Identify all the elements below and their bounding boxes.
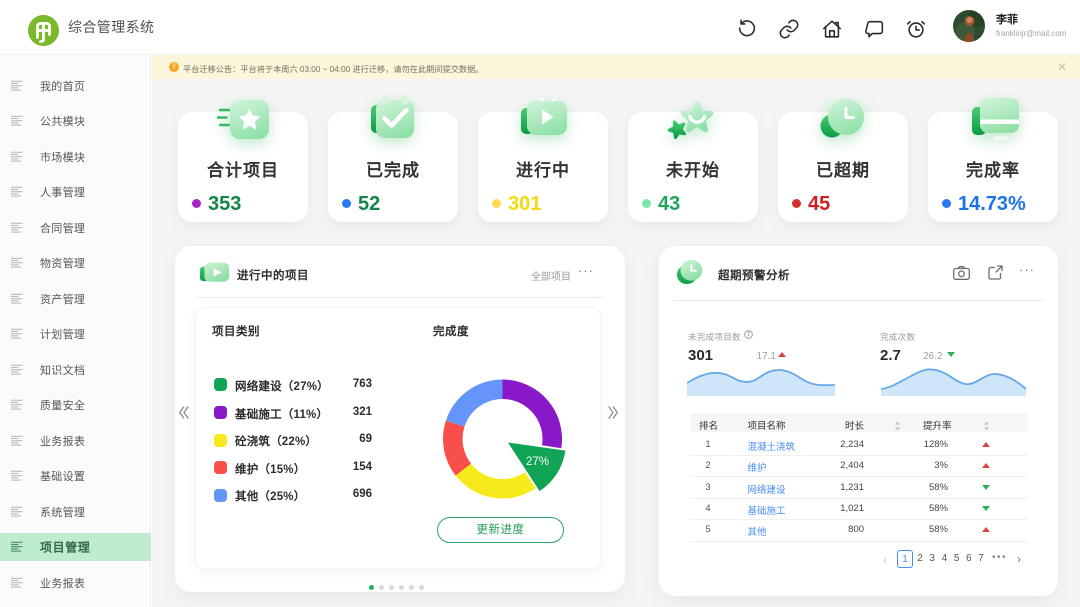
svg-text:27%: 27%	[526, 456, 549, 468]
